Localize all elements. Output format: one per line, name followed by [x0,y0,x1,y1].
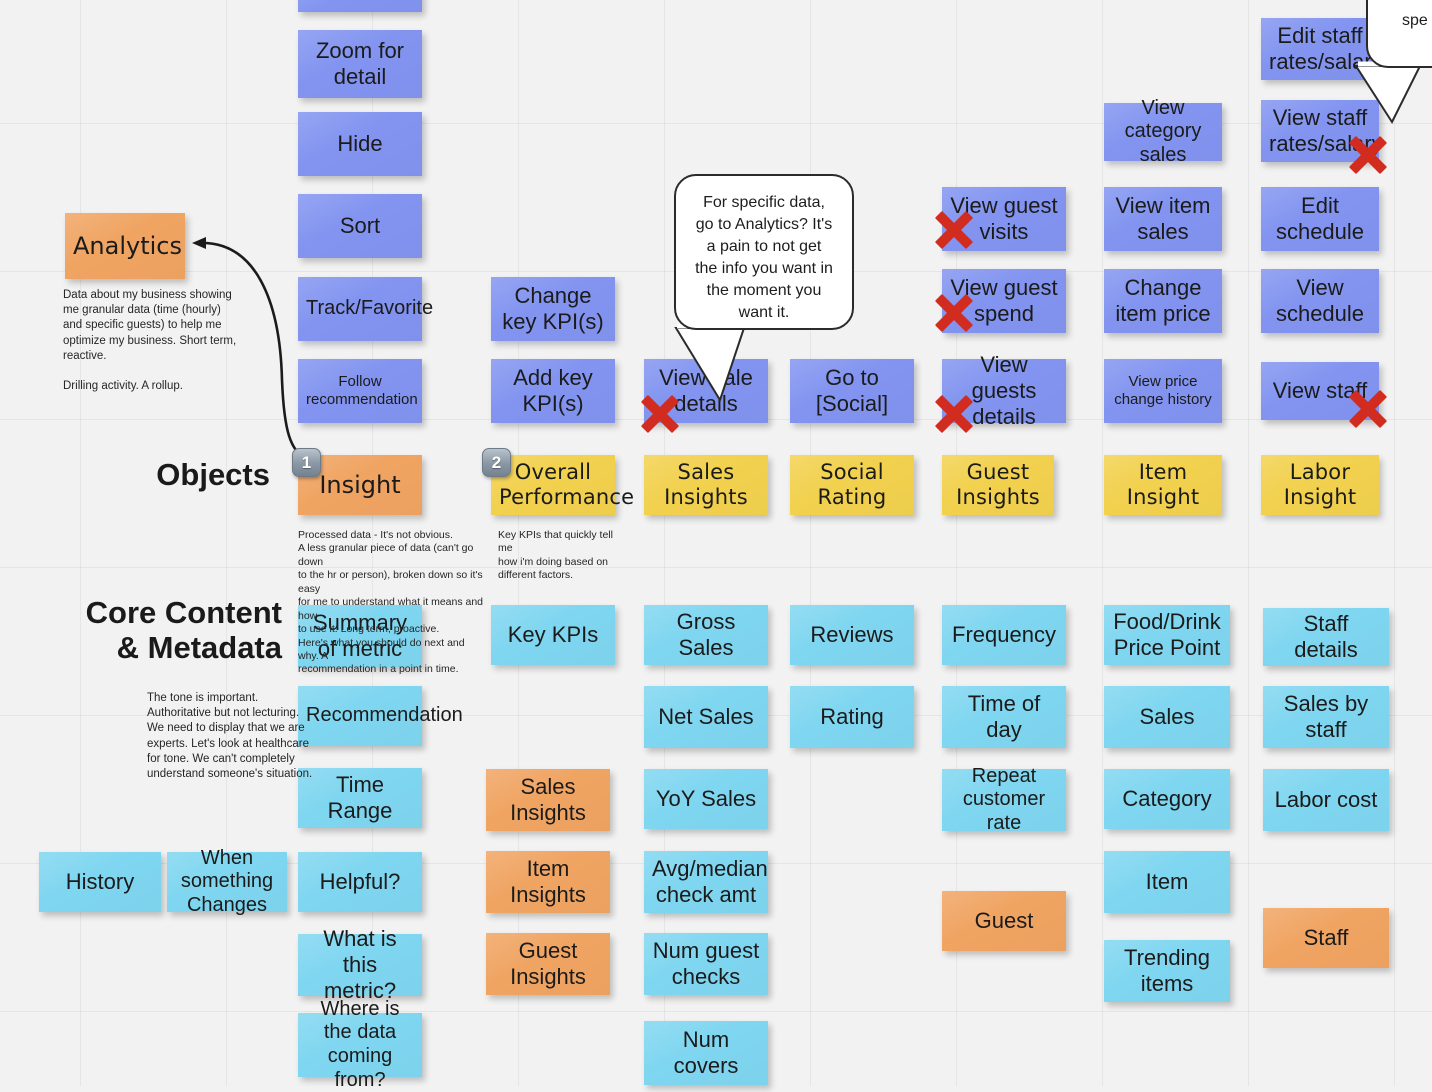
speech-bubble-analytics: For specific data, go to Analytics? It's… [674,174,854,330]
badge-2: 2 [482,448,511,477]
speech-bubble-text: For specific data, go to Analytics? It's… [695,194,833,322]
speech-bubble-tail-analytics [674,323,746,403]
speech-bubble-partial: spe [1366,0,1432,68]
analytics-connector-arrow [192,237,309,462]
speech-bubble-partial-text: spe [1402,12,1428,29]
badge-1: 1 [292,448,321,477]
speech-bubble-tail-partial [1354,61,1422,125]
